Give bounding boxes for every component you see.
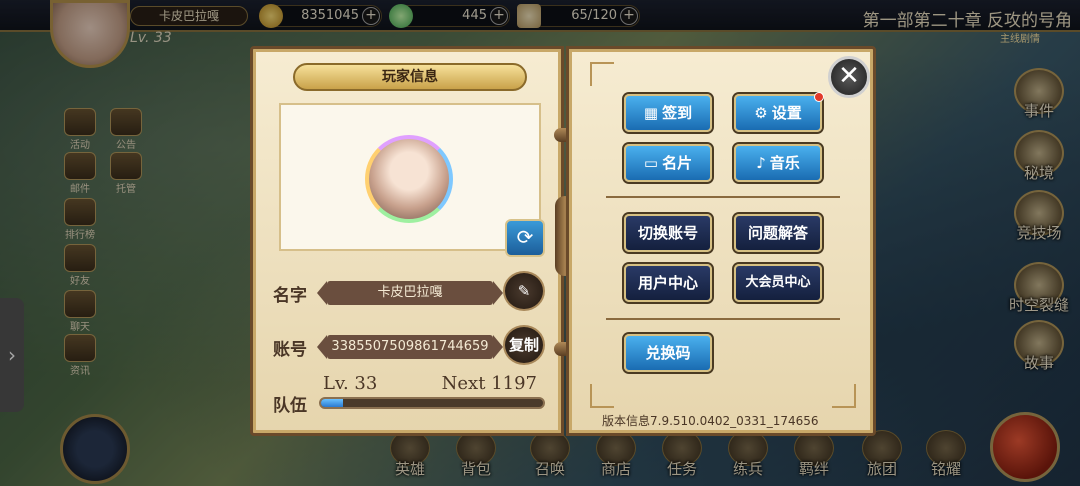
redeem-code-button[interactable]: 兑换码: [624, 334, 712, 372]
switch-account-button[interactable]: 切换账号: [624, 214, 712, 252]
notification-dot: [814, 92, 824, 102]
next-xp: Next 1197: [442, 373, 537, 394]
team-label: 队伍: [273, 396, 307, 416]
music-note-icon: ♪: [756, 154, 766, 172]
user-center-button[interactable]: 用户中心: [624, 264, 712, 302]
music-button[interactable]: ♪ 音乐: [734, 144, 822, 182]
card-icon: ▭: [643, 154, 659, 172]
refresh-icon: ⟳: [516, 225, 534, 249]
player-info-dialog: 玩家信息 ⟳ 名字 卡皮巴拉嘎 ✎ 账号 3385507509861744659…: [250, 46, 876, 436]
left-page: 玩家信息 ⟳ 名字 卡皮巴拉嘎 ✎ 账号 3385507509861744659…: [250, 46, 564, 436]
version-info: 版本信息7.9.510.0402_0331_174656: [602, 414, 819, 428]
change-portrait-button[interactable]: ⟳: [505, 219, 545, 257]
dialog-title: 玩家信息: [293, 63, 527, 91]
account-label: 账号: [273, 340, 307, 360]
corner-ornament-br: [832, 384, 856, 408]
quill-icon: ✎: [517, 282, 531, 300]
next-value: 1197: [491, 373, 537, 394]
right-page: [566, 46, 876, 436]
xp-progress-fill: [321, 399, 344, 407]
rename-button[interactable]: ✎: [503, 271, 545, 311]
close-icon: ✕: [838, 61, 860, 91]
account-value: 3385507509861744659: [317, 335, 503, 359]
settings-button[interactable]: ⚙ 设置: [734, 92, 824, 132]
checkin-button[interactable]: ▦ 签到: [624, 94, 712, 132]
player-portrait[interactable]: [365, 135, 453, 223]
close-button[interactable]: ✕: [828, 56, 870, 98]
portrait-frame: [279, 103, 541, 251]
corner-ornament-bl: [590, 384, 614, 408]
corner-ornament-tl: [590, 62, 614, 86]
copy-account-button[interactable]: 复制: [503, 325, 545, 365]
name-value: 卡皮巴拉嘎: [317, 281, 503, 305]
gear-icon: ⚙: [754, 104, 768, 122]
faq-button[interactable]: 问题解答: [734, 214, 822, 252]
divider-bottom: [606, 318, 840, 320]
calendar-icon: ▦: [643, 104, 659, 122]
xp-progress-bar: [319, 397, 545, 409]
name-label: 名字: [273, 286, 307, 306]
divider-top: [606, 196, 840, 198]
namecard-button[interactable]: ▭ 名片: [624, 144, 712, 182]
next-label: Next: [441, 373, 486, 394]
team-level: Lv. 33: [323, 373, 378, 394]
vip-center-button[interactable]: 大会员中心: [734, 264, 822, 302]
